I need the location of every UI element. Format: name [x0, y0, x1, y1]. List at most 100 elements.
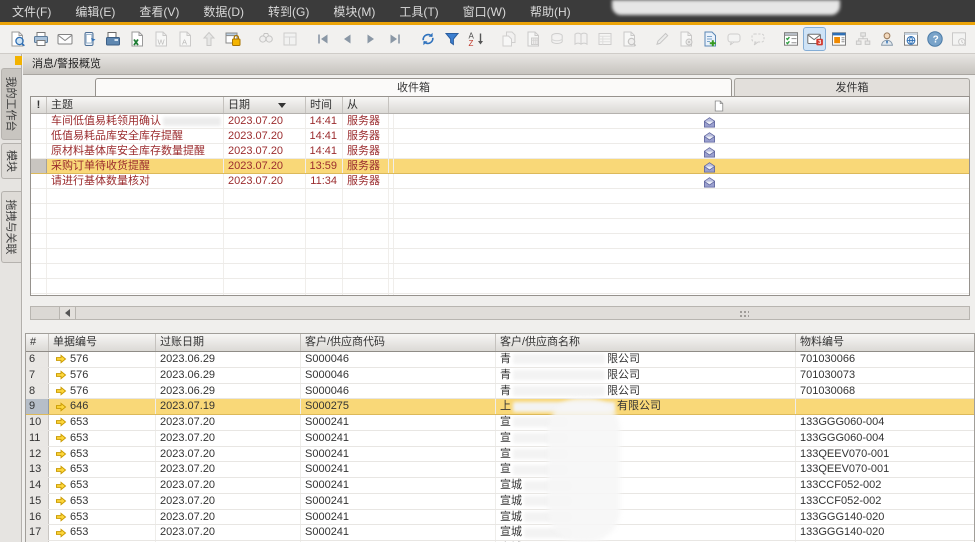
document-row[interactable]: 116532023.07.20S000241宣133GGG060-004	[26, 431, 974, 447]
link-arrow-icon[interactable]	[55, 433, 67, 443]
inbox-row[interactable]: 低值易耗品库安全库存提醒2023.07.2014:41服务器	[31, 129, 969, 144]
document-row[interactable]: 96462023.07.19S000275上有限公司	[26, 399, 974, 415]
inbox-row[interactable]: 采购订单待收货提醒2023.07.2013:59服务器	[31, 159, 969, 174]
filter-icon[interactable]	[441, 28, 462, 50]
scrollbar-track[interactable]	[76, 307, 969, 319]
document-row[interactable]: 146532023.07.20S000241宣城133CCF052-002	[26, 478, 974, 494]
row-number-cell[interactable]: 9	[26, 399, 49, 414]
column-header-from[interactable]: 从	[343, 97, 389, 113]
menu-item[interactable]: 模块(M)	[333, 3, 375, 20]
print-preview-icon[interactable]	[6, 28, 27, 50]
refresh-icon[interactable]	[417, 28, 438, 50]
employee-lookup-icon[interactable]	[876, 28, 897, 50]
link-arrow-icon[interactable]	[55, 402, 67, 412]
link-arrow-icon[interactable]	[55, 449, 67, 459]
row-number-cell[interactable]: 10	[26, 415, 49, 430]
document-row[interactable]: 65762023.06.29S000046青限公司701030066	[26, 352, 974, 368]
row-number-cell[interactable]: 13	[26, 462, 49, 477]
link-arrow-icon[interactable]	[55, 386, 67, 396]
dock-tab-2[interactable]: 模块	[1, 143, 21, 179]
column-header-date[interactable]: 日期	[224, 97, 306, 113]
lock-screen-icon[interactable]	[222, 28, 243, 50]
column-header-subject[interactable]: 主题	[47, 97, 224, 113]
row-number-cell[interactable]: 11	[26, 431, 49, 446]
tab-outbox[interactable]: 发件箱	[734, 78, 970, 96]
email-icon[interactable]	[54, 28, 75, 50]
column-header[interactable]: 单据编号	[49, 334, 156, 351]
column-header[interactable]: 客户/供应商代码	[301, 334, 496, 351]
scrollbar-grip-icon[interactable]	[739, 310, 749, 317]
document-row[interactable]: 126532023.07.20S000241宣133QEEV070-001	[26, 447, 974, 463]
cockpit-icon[interactable]	[828, 28, 849, 50]
dock-tab-1[interactable]: 我的工作台	[1, 68, 21, 140]
row-number-cell[interactable]: 17	[26, 525, 49, 540]
scroll-left-button[interactable]	[60, 307, 76, 319]
next-record-icon[interactable]	[360, 28, 381, 50]
help-icon[interactable]: ?	[924, 28, 945, 50]
link-arrow-icon[interactable]	[55, 512, 67, 522]
menu-item[interactable]: 工具(T)	[399, 3, 438, 20]
link-arrow-icon[interactable]	[55, 496, 67, 506]
export-excel-icon[interactable]	[126, 28, 147, 50]
link-arrow-icon[interactable]	[55, 417, 67, 427]
row-number-cell[interactable]: 8	[26, 384, 49, 399]
row-number-cell[interactable]: 15	[26, 494, 49, 509]
row-number-cell[interactable]: 6	[26, 352, 49, 367]
last-record-icon[interactable]	[384, 28, 405, 50]
column-header[interactable]: 过账日期	[156, 334, 301, 351]
previous-record-icon[interactable]	[336, 28, 357, 50]
row-number-cell[interactable]: 7	[26, 368, 49, 383]
link-arrow-icon[interactable]	[55, 354, 67, 364]
horizontal-scrollbar[interactable]	[30, 306, 970, 320]
alert-settings-icon[interactable]	[780, 28, 801, 50]
document-row[interactable]: 166532023.07.20S000241宣城133GGG140-020	[26, 510, 974, 526]
menu-item[interactable]: 帮助(H)	[530, 3, 571, 20]
messages-alert-overview-icon[interactable]: 3	[804, 28, 825, 50]
doc-number-cell: 653	[49, 447, 156, 462]
bp-code-cell: S000241	[301, 431, 496, 446]
fax-icon[interactable]	[102, 28, 123, 50]
menu-item[interactable]: 文件(F)	[12, 3, 51, 20]
tab-inbox[interactable]: 收件箱	[95, 78, 732, 96]
menu-item[interactable]: 查看(V)	[139, 3, 179, 20]
link-arrow-icon[interactable]	[55, 528, 67, 538]
document-row[interactable]: 176532023.07.20S000241宣城133GGG140-020	[26, 525, 974, 541]
dock-tab-3[interactable]: 拖拽与关联	[1, 191, 21, 263]
time-cell: 14:41	[306, 114, 343, 128]
inbox-row[interactable]: 原材料基体库安全库存数量提醒2023.07.2014:41服务器	[31, 144, 969, 159]
edit-icon	[651, 28, 672, 50]
link-arrow-icon[interactable]	[55, 481, 67, 491]
column-header[interactable]: 客户/供应商名称	[496, 334, 796, 351]
row-number-cell[interactable]: 14	[26, 478, 49, 493]
document-row[interactable]: 136532023.07.20S000241宣133QEEV070-001	[26, 462, 974, 478]
row-number-cell[interactable]: 16	[26, 510, 49, 525]
posting-date-cell: 2023.07.20	[156, 478, 301, 493]
link-arrow-icon[interactable]	[55, 370, 67, 380]
document-row[interactable]: 85762023.06.29S000046青限公司701030068	[26, 384, 974, 400]
menu-item[interactable]: 数据(D)	[203, 3, 244, 20]
web-browser-icon[interactable]	[900, 28, 921, 50]
link-arrow-icon[interactable]	[55, 465, 67, 475]
print-icon[interactable]	[30, 28, 51, 50]
menu-item[interactable]: 窗口(W)	[463, 3, 506, 20]
documents-header-row: #单据编号过账日期客户/供应商代码客户/供应商名称物料编号	[26, 334, 974, 352]
item-number-cell: 133GGG060-004	[796, 431, 975, 446]
inbox-row[interactable]: 请进行基体数量核对2023.07.2011:34服务器	[31, 174, 969, 189]
menu-item[interactable]: 转到(G)	[268, 3, 309, 20]
sort-icon[interactable]: AZ	[465, 28, 486, 50]
column-header-priority[interactable]: !	[31, 97, 47, 113]
priority-cell	[31, 144, 47, 158]
send-sms-icon[interactable]	[78, 28, 99, 50]
column-header-time[interactable]: 时间	[306, 97, 343, 113]
form-settings-icon[interactable]	[699, 28, 720, 50]
document-row[interactable]: 156532023.07.20S000241宣城133CCF052-002	[26, 494, 974, 510]
menu-item[interactable]: 编辑(E)	[75, 3, 115, 20]
column-header[interactable]: 物料编号	[796, 334, 975, 351]
first-record-icon[interactable]	[312, 28, 333, 50]
column-header[interactable]: #	[26, 334, 49, 351]
row-number-cell[interactable]: 12	[26, 447, 49, 462]
document-row[interactable]: 106532023.07.20S000241宣133GGG060-004	[26, 415, 974, 431]
inbox-row[interactable]: 车间低值易耗领用确认2023.07.2014:41服务器	[31, 114, 969, 129]
document-row[interactable]: 75762023.06.29S000046青限公司701030073	[26, 368, 974, 384]
item-number-cell	[796, 399, 975, 414]
